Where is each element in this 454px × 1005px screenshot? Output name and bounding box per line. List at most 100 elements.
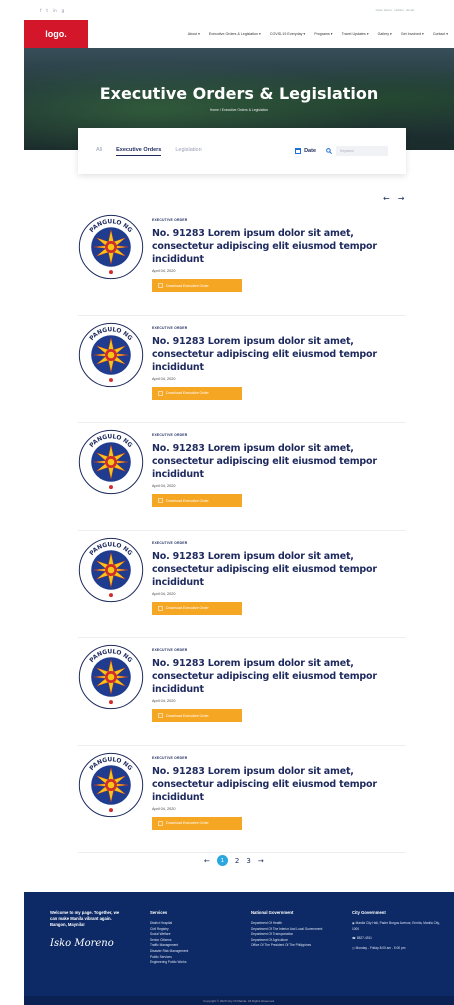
order-details: EXECUTIVE ORDER No. 91283 Lorem ipsum do…: [152, 648, 408, 723]
seal-icon: PANGULO NG: [78, 644, 144, 710]
download-label: Download Executive Order: [166, 821, 209, 825]
city-address: ◉ Manila City Hall, Padre Burgos Avenue,…: [352, 921, 440, 931]
order-title[interactable]: No. 91283 Lorem ipsum dolor sit amet, co…: [152, 442, 408, 481]
order-kicker: EXECUTIVE ORDER: [152, 325, 188, 330]
list-item: PANGULO NG EXECUTIVE ORDER No. 91283 Lor…: [78, 423, 406, 531]
order-details: EXECUTIVE ORDER No. 91283 Lorem ipsum do…: [152, 756, 408, 831]
order-kicker: EXECUTIVE ORDER: [152, 433, 188, 437]
document-icon: [158, 713, 163, 718]
nav-item-contact[interactable]: Contact ▾: [433, 32, 448, 36]
download-button[interactable]: Download Executive Order: [152, 494, 242, 507]
order-title[interactable]: No. 91283 Lorem ipsum dolor sit amet, co…: [152, 550, 408, 589]
order-title[interactable]: No. 91283 Lorem ipsum dolor sit amet, co…: [152, 335, 408, 374]
nav-item-gallery[interactable]: Gallery ▾: [378, 32, 392, 36]
copyright: Copyright © 2020 City Of Manila. All Rig…: [24, 996, 454, 1005]
list-item: PANGULO NG EXECUTIVE ORDER No. 91283 Lor…: [78, 746, 408, 853]
order-kicker: EXECUTIVE ORDER: [152, 755, 188, 760]
nav-item-executive-orders[interactable]: Executive Orders & Legislation ▾: [209, 32, 261, 36]
download-button[interactable]: Download Executive Order: [152, 709, 242, 722]
download-button[interactable]: Download Executive Order: [152, 601, 242, 615]
footer-national: National Government Department Of Health…: [251, 910, 343, 949]
tab-all[interactable]: All: [96, 147, 102, 155]
tab-executive-orders[interactable]: Executive Orders: [116, 147, 162, 156]
order-title[interactable]: No. 91283 Lorem ipsum dolor sit amet, co…: [152, 765, 408, 804]
national-item[interactable]: Office Of The President Of The Philippin…: [251, 943, 343, 949]
linkedin-icon[interactable]: in: [53, 8, 57, 13]
page-title: Executive Orders & Legislation: [99, 84, 379, 103]
twitter-icon[interactable]: t: [46, 8, 48, 13]
footer-heading-national: National Government: [251, 910, 294, 915]
page-2[interactable]: 2: [235, 857, 239, 865]
download-label: Download Executive Order: [166, 606, 209, 610]
services-list: District Hospital Civil Registry Social We…: [150, 921, 240, 966]
order-title[interactable]: No. 91283 Lorem ipsum dolor sit amet, co…: [152, 227, 408, 266]
page-1[interactable]: 1: [216, 855, 228, 866]
next-page-icon[interactable]: →: [258, 857, 264, 865]
order-details: EXECUTIVE ORDER No. 91283 Lorem ipsum do…: [152, 541, 408, 616]
hours-text: Monday - Friday 8:00 am - 5:00 pm: [355, 945, 406, 950]
download-label: Download Executive Order: [166, 498, 209, 503]
service-item[interactable]: Engineering Public Works: [150, 960, 240, 966]
order-kicker: EXECUTIVE ORDER: [152, 218, 188, 222]
document-icon: [158, 283, 163, 288]
tab-legislation[interactable]: Legislation: [175, 147, 201, 155]
national-list: Department Of Health Department Of The In…: [251, 921, 343, 949]
facebook-icon[interactable]: f: [40, 8, 41, 13]
seal-icon: PANGULO NG: [78, 322, 144, 387]
filter-bar: All Executive Orders Legislation Date Ke…: [78, 128, 406, 174]
document-icon: [158, 498, 163, 503]
google-icon[interactable]: g: [62, 8, 65, 13]
seal-icon: PANGULO NG: [78, 752, 144, 817]
social-links: f t in g: [40, 8, 64, 13]
document-icon: [158, 390, 163, 396]
list-item: PANGULO NG EXECUTIVE ORDER No. 91283 Lor…: [78, 531, 408, 638]
download-button[interactable]: Download Executive Order: [152, 816, 242, 830]
order-details: EXECUTIVE ORDER No. 91283 Lorem ipsum do…: [152, 326, 408, 401]
phone-text: 8527-4911: [356, 936, 372, 941]
search-input[interactable]: Keyword: [336, 146, 388, 156]
nav-item-programs[interactable]: Programs ▾: [314, 32, 332, 36]
city-phone[interactable]: ☎ 8527-4911: [352, 936, 442, 942]
footer-city: City Government ◉ Manila City Hall, Padr…: [352, 910, 442, 951]
order-date: April 04, 2020: [152, 376, 176, 381]
main-navigation: logo. About ▾ Executive Orders & Legisla…: [24, 20, 454, 48]
order-date: April 04, 2020: [152, 484, 176, 488]
executive-order-list: PANGULO NG EXECUTIVE ORDER No. 91283 Lor…: [78, 208, 406, 853]
arrow-right-icon[interactable]: →: [398, 194, 405, 203]
list-item: PANGULO NG EXECUTIVE ORDER No. 91283 Lor…: [78, 208, 406, 316]
order-kicker: EXECUTIVE ORDER: [152, 540, 188, 545]
order-date: April 04, 2020: [152, 699, 176, 703]
search-icon[interactable]: [326, 148, 332, 154]
logo[interactable]: logo.: [24, 20, 88, 48]
download-label: Download Executive Order: [166, 283, 209, 288]
nav-item-covid[interactable]: COVID-19 Everyday ▾: [270, 32, 305, 36]
document-icon: [158, 820, 163, 826]
list-item: PANGULO NG EXECUTIVE ORDER No. 91283 Lor…: [78, 316, 408, 423]
download-label: Download Executive Order: [166, 391, 209, 395]
calendar-icon: [295, 148, 302, 154]
footer-services: Services District Hospital Civil Registry…: [150, 910, 240, 966]
breadcrumb[interactable]: Home / Executive Orders & Legislation: [24, 108, 454, 112]
arrow-left-icon[interactable]: ←: [383, 194, 390, 203]
search: Keyword: [326, 146, 388, 156]
page-3[interactable]: 3: [246, 857, 250, 865]
order-details: EXECUTIVE ORDER No. 91283 Lorem ipsum do…: [152, 218, 408, 293]
download-button[interactable]: Download Executive Order: [152, 279, 242, 292]
order-title[interactable]: No. 91283 Lorem ipsum dolor sit amet, co…: [152, 657, 408, 696]
nav-item-travel[interactable]: Travel Updates ▾: [342, 32, 369, 36]
footer-about: Welcome to my page. Together, we can mak…: [50, 910, 124, 949]
order-date: April 04, 2020: [152, 269, 176, 273]
date-filter[interactable]: Date: [295, 148, 316, 154]
signature: Isko Moreno: [50, 938, 114, 949]
download-button[interactable]: Download Executive Order: [152, 386, 242, 400]
order-date: April 04, 2020: [152, 806, 176, 811]
order-kicker: EXECUTIVE ORDER: [152, 648, 188, 652]
address-text: Manila City Hall, Padre Burgos Avenue, E…: [352, 921, 440, 931]
footer: Welcome to my page. Together, we can mak…: [24, 892, 454, 1005]
top-bar: f t in g Open Hours · Hotline · Email: [0, 0, 454, 20]
prev-page-icon[interactable]: ←: [204, 857, 210, 865]
order-date: April 04, 2020: [152, 591, 176, 596]
nav-item-about[interactable]: About ▾: [188, 32, 200, 36]
list-arrows: ← →: [383, 194, 404, 203]
nav-item-get-involved[interactable]: Get Involved ▾: [401, 32, 424, 36]
